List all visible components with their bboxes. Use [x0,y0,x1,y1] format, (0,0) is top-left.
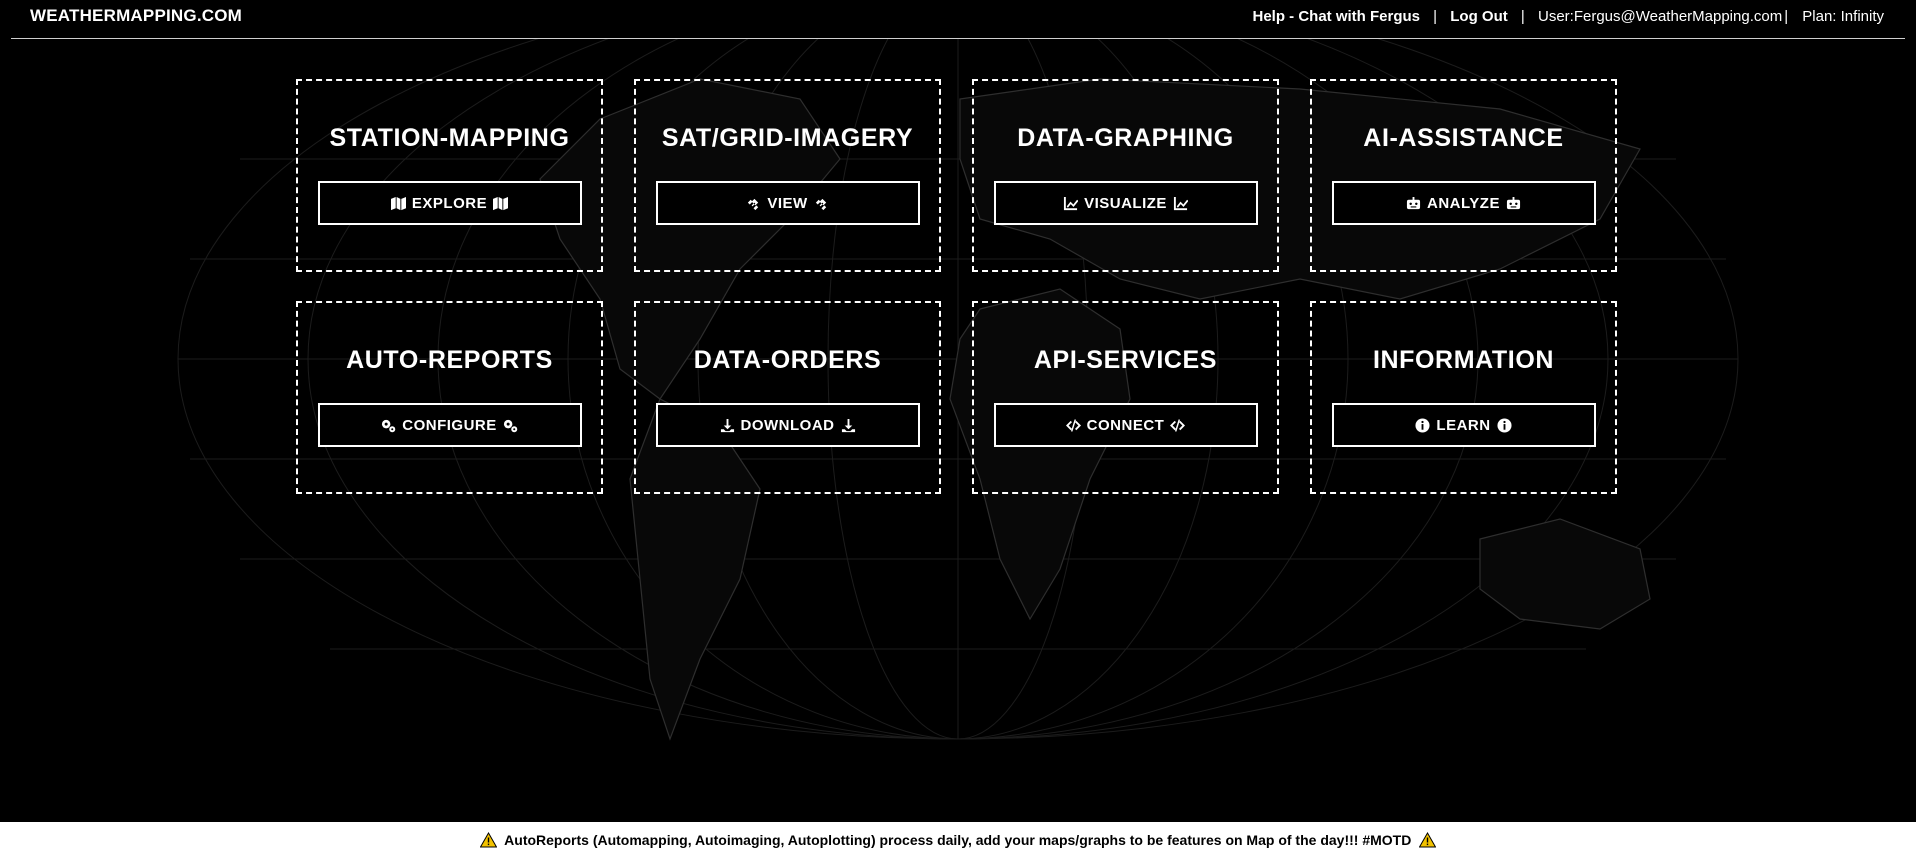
auto-reports-card: AUTO-REPORTS CONFIGURE [296,301,603,494]
card-title: SAT/GRID-IMAGERY [661,124,914,152]
satellite-icon [748,198,759,210]
motd-message: AutoReports (Automapping, Autoimaging, A… [504,832,1412,848]
gears-icon [503,419,517,432]
warning-icon [479,832,497,848]
top-bar: WEATHERMAPPING.COM Help - Chat with Ferg… [11,0,1905,39]
code-icon [1065,418,1081,432]
nav-separator: | [1520,8,1525,25]
feature-grid: STATION-MAPPING EXPLORE SAT/GRID-IMAGERY… [296,79,1617,494]
information-card: INFORMATION LEARN [1310,301,1617,494]
code-icon [1170,418,1186,432]
button-label: CONFIGURE [402,416,497,434]
api-services-card: API-SERVICES CONNECT [972,301,1279,494]
data-orders-card: DATA-ORDERS DOWNLOAD [634,301,941,494]
card-title: DATA-ORDERS [693,346,882,374]
line-chart-icon [1064,196,1079,210]
card-title: DATA-GRAPHING [1017,124,1234,152]
plan-label: Plan: Infinity [1802,8,1884,25]
card-title: INFORMATION [1372,346,1555,374]
nav-separator: | [1433,8,1438,25]
button-label: CONNECT [1086,416,1165,434]
map-icon [390,196,406,210]
download-icon [720,418,734,432]
nav-separator: | [1784,8,1789,25]
analyze-button[interactable]: ANALYZE [1331,181,1596,225]
logout-link[interactable]: Log Out [1450,8,1507,25]
info-circle-icon [1415,417,1430,433]
button-label: LEARN [1436,416,1491,434]
card-title: STATION-MAPPING [329,124,570,152]
explore-button[interactable]: EXPLORE [317,181,582,225]
download-button[interactable]: DOWNLOAD [655,403,920,447]
warning-icon [1419,832,1437,848]
robot-icon [1406,196,1421,209]
line-chart-icon [1173,196,1188,210]
motd-banner: AutoReports (Automapping, Autoimaging, A… [0,822,1916,858]
card-title: AUTO-REPORTS [346,346,553,374]
info-circle-icon [1497,417,1512,433]
download-icon [841,418,855,432]
sat-grid-imagery-card: SAT/GRID-IMAGERY VIEW [634,79,941,272]
robot-icon [1506,196,1521,209]
station-mapping-card: STATION-MAPPING EXPLORE [296,79,603,272]
visualize-button[interactable]: VISUALIZE [993,181,1258,225]
ai-assistance-card: AI-ASSISTANCE ANALYZE [1310,79,1617,272]
top-nav: Help - Chat with Fergus | Log Out | User… [1252,8,1884,25]
user-label: User:Fergus@WeatherMapping.com [1537,8,1783,25]
button-label: ANALYZE [1427,194,1500,212]
help-chat-link[interactable]: Help - Chat with Fergus [1252,8,1420,25]
satellite-icon [815,198,826,210]
button-label: VIEW [767,194,808,212]
card-title: AI-ASSISTANCE [1363,124,1564,152]
connect-button[interactable]: CONNECT [993,403,1258,447]
card-title: API-SERVICES [1033,346,1218,374]
button-label: EXPLORE [411,194,488,212]
gears-icon [382,419,396,432]
map-icon [493,196,509,210]
button-label: DOWNLOAD [740,416,835,434]
view-button[interactable]: VIEW [655,181,920,225]
button-label: VISUALIZE [1084,194,1167,212]
configure-button[interactable]: CONFIGURE [317,403,582,447]
site-logo[interactable]: WEATHERMAPPING.COM [30,6,242,26]
learn-button[interactable]: LEARN [1331,403,1596,447]
data-graphing-card: DATA-GRAPHING VISUALIZE [972,79,1279,272]
